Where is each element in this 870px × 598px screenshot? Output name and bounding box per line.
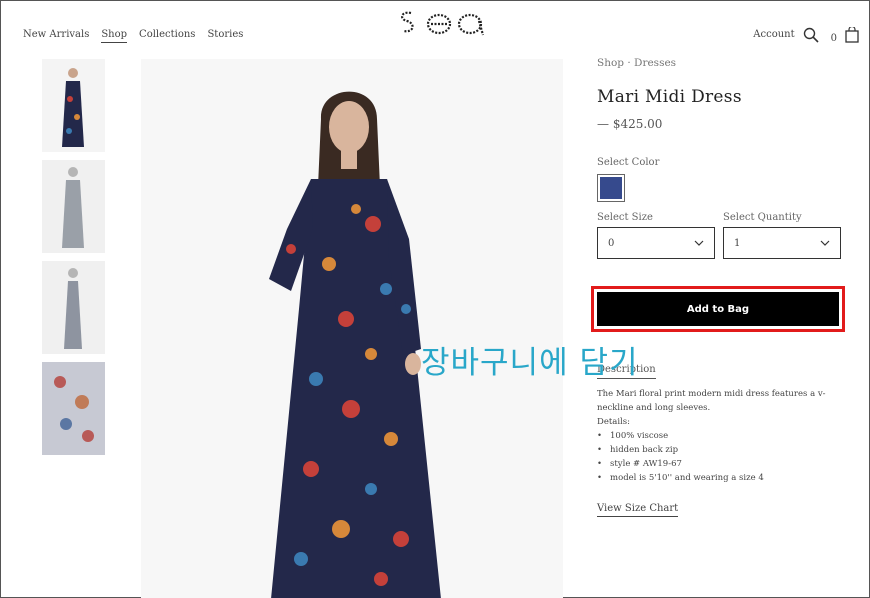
bag-count: 0: [830, 33, 837, 44]
color-swatch-fill: [600, 177, 622, 199]
nav-shop[interactable]: Shop: [101, 29, 128, 43]
breadcrumb-separator: ·: [627, 57, 631, 69]
header-actions: Account 0: [753, 25, 859, 44]
list-item: model is 5'10'' and wearing a size 4: [597, 471, 837, 485]
list-item: style # AW19-67: [597, 457, 837, 471]
product-price: — $425.00: [597, 117, 663, 131]
list-item: 100% viscose: [597, 429, 837, 443]
add-to-bag-highlight: Add to Bag: [591, 286, 845, 332]
thumbnail-list: [42, 59, 105, 463]
quantity-label: Select Quantity: [723, 212, 802, 223]
search-icon[interactable]: [803, 27, 819, 43]
size-select[interactable]: 0: [597, 227, 715, 259]
details-list: 100% viscose hidden back zip style # AW1…: [597, 429, 837, 485]
chevron-down-icon: [694, 240, 704, 246]
color-label: Select Color: [597, 157, 660, 168]
list-item: hidden back zip: [597, 443, 837, 457]
description-text: The Mari floral print modern midi dress …: [597, 389, 826, 413]
shopping-bag-icon[interactable]: [845, 26, 859, 43]
add-to-bag-button[interactable]: Add to Bag: [597, 292, 839, 326]
nav-stories[interactable]: Stories: [207, 29, 243, 43]
quantity-select-value: 1: [734, 237, 741, 249]
product-title: Mari Midi Dress: [597, 87, 742, 107]
thumbnail-1[interactable]: [42, 59, 105, 152]
nav-new-arrivals[interactable]: New Arrivals: [23, 29, 89, 43]
breadcrumb: Shop · Dresses: [597, 57, 847, 69]
product-main-image: [141, 59, 563, 598]
nav-collections[interactable]: Collections: [139, 29, 195, 43]
account-link[interactable]: Account: [753, 29, 794, 40]
thumbnail-3[interactable]: [42, 261, 105, 354]
breadcrumb-shop[interactable]: Shop: [597, 57, 624, 69]
thumbnail-4[interactable]: [42, 362, 105, 455]
product-details: Shop · Dresses Mari Midi Dress — $425.00…: [597, 57, 847, 259]
breadcrumb-dresses[interactable]: Dresses: [634, 57, 676, 69]
thumbnail-2[interactable]: [42, 160, 105, 253]
size-select-value: 0: [608, 237, 615, 249]
chevron-down-icon: [820, 240, 830, 246]
main-nav: New Arrivals Shop Collections Stories: [23, 29, 243, 43]
size-label: Select Size: [597, 212, 653, 223]
overlay-caption: 장바구니에 담기: [421, 345, 639, 381]
select-row: Select Size 0 Select Quantity 1: [597, 212, 847, 259]
details-label: Details:: [597, 417, 630, 427]
brand-logo[interactable]: [393, 5, 493, 41]
color-swatch[interactable]: [597, 174, 625, 202]
view-size-chart-link[interactable]: View Size Chart: [597, 503, 679, 517]
quantity-select[interactable]: 1: [723, 227, 841, 259]
